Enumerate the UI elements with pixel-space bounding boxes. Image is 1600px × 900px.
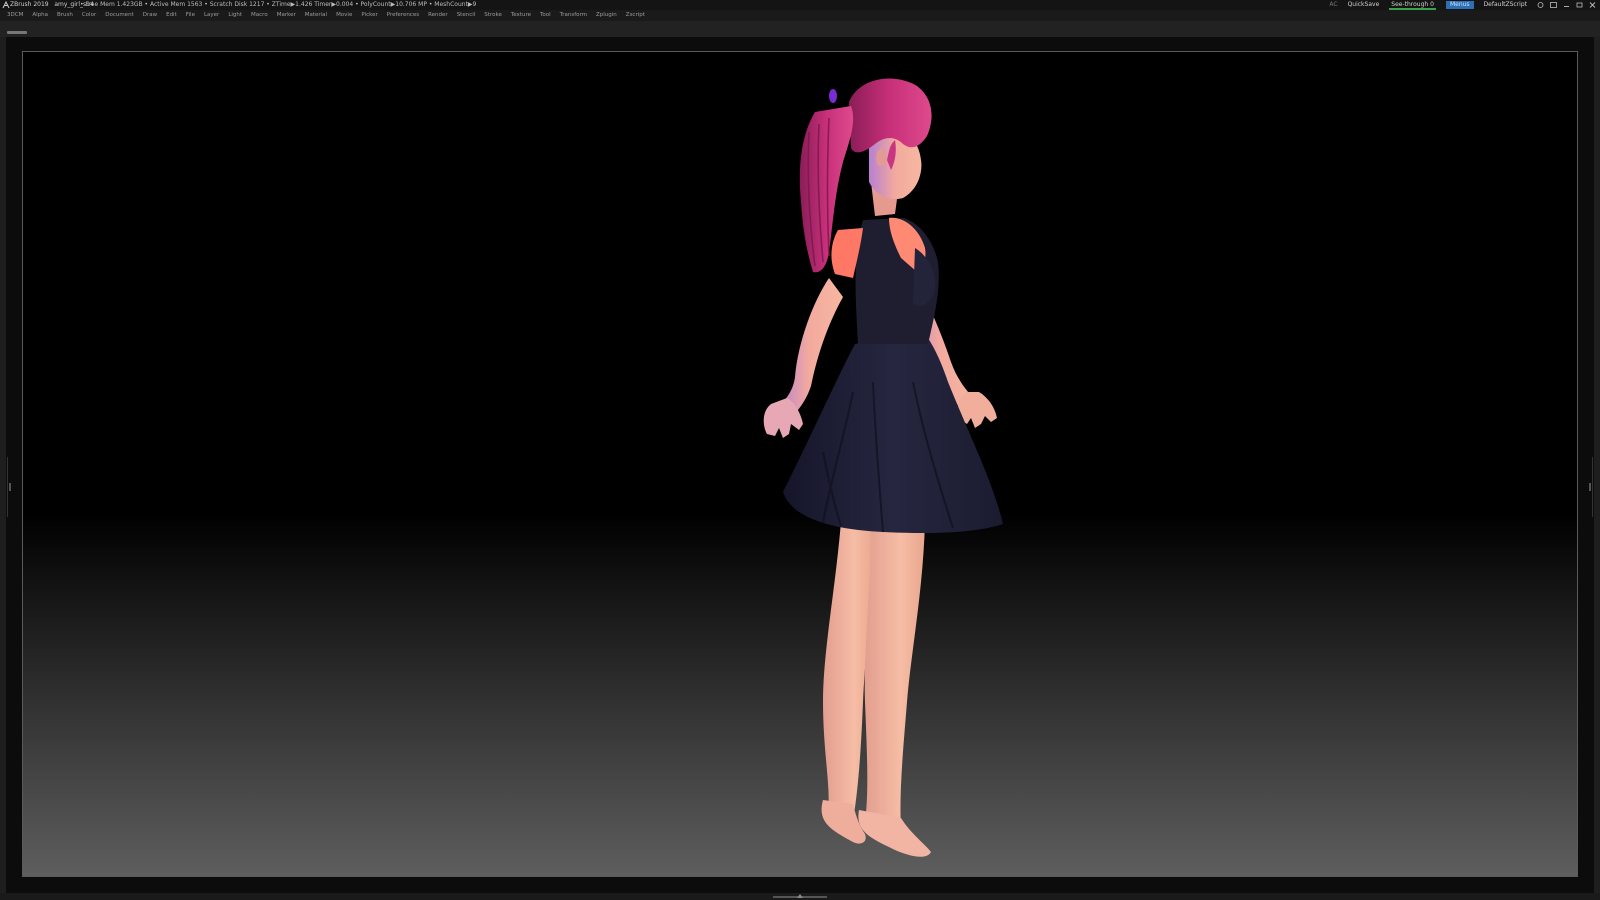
menu-item-texture[interactable]: Texture — [511, 10, 531, 21]
menu-item-edit[interactable]: Edit — [166, 10, 177, 21]
window-icons — [1537, 2, 1596, 8]
layout-icon[interactable] — [1550, 2, 1557, 8]
viewport-frame — [6, 37, 1594, 893]
menu-item-brush[interactable]: Brush — [57, 10, 73, 21]
top-shelf — [0, 21, 1600, 37]
menu-items: 3DCM Alpha Brush Color Document Draw Edit File L… — [7, 10, 645, 21]
menu-item-document[interactable]: Document — [105, 10, 134, 21]
menu-item-3dcm[interactable]: 3DCM — [7, 10, 23, 21]
menu-item-draw[interactable]: Draw — [143, 10, 157, 21]
quicksave-button[interactable]: QuickSave — [1348, 0, 1380, 10]
menu-item-material[interactable]: Material — [305, 10, 327, 21]
menu-item-marker[interactable]: Marker — [277, 10, 296, 21]
menu-item-color[interactable]: Color — [82, 10, 96, 21]
title-bar: ZBrush 2019 amy_girl_s14 • Free Mem 1.42… — [0, 0, 1600, 10]
hair-tie — [829, 89, 837, 103]
close-icon[interactable] — [1589, 2, 1596, 8]
menu-item-stencil[interactable]: Stencil — [457, 10, 476, 21]
menu-item-stroke[interactable]: Stroke — [484, 10, 502, 21]
menu-item-zplugin[interactable]: Zplugin — [596, 10, 617, 21]
menu-item-movie[interactable]: Movie — [336, 10, 352, 21]
help-icon[interactable] — [1537, 2, 1544, 8]
default-zscript-button[interactable]: DefaultZScript — [1484, 0, 1527, 10]
menu-item-layer[interactable]: Layer — [204, 10, 219, 21]
left-tray-handle-icon[interactable] — [7, 457, 12, 517]
zbrush-logo-icon[interactable] — [2, 1, 10, 9]
titlebar-controls: AC QuickSave See-through 0 Menus Default… — [1329, 0, 1596, 10]
seethrough-slider[interactable]: See-through 0 — [1389, 1, 1436, 10]
ac-button[interactable]: AC — [1329, 0, 1337, 10]
menu-item-transform[interactable]: Transform — [560, 10, 587, 21]
menu-item-picker[interactable]: Picker — [361, 10, 377, 21]
menu-item-light[interactable]: Light — [228, 10, 242, 21]
seethrough-value: 0 — [1430, 0, 1434, 8]
menu-item-alpha[interactable]: Alpha — [32, 10, 48, 21]
right-tray-handle-icon[interactable] — [1588, 457, 1593, 517]
character-model[interactable] — [23, 52, 1578, 877]
app-name: ZBrush 2019 — [10, 1, 49, 8]
menu-item-zscript[interactable]: Zscript — [626, 10, 645, 21]
document-canvas[interactable] — [22, 51, 1578, 877]
memory-stats: • Free Mem 1.423GB • Active Mem 1563 • S… — [80, 1, 477, 8]
bottom-tray — [0, 893, 1600, 900]
seethrough-label: See-through — [1391, 0, 1429, 8]
menus-toggle-button[interactable]: Menus — [1445, 1, 1474, 9]
menu-item-macro[interactable]: Macro — [251, 10, 268, 21]
menu-bar: 3DCM Alpha Brush Color Document Draw Edit File L… — [0, 10, 1600, 21]
minimize-icon[interactable] — [1563, 2, 1570, 8]
menu-item-preferences[interactable]: Preferences — [387, 10, 419, 21]
right-foot — [858, 810, 931, 857]
right-leg — [864, 522, 925, 832]
expand-arrow-icon[interactable] — [797, 894, 803, 898]
menu-item-render[interactable]: Render — [428, 10, 448, 21]
shelf-grip-handle[interactable] — [7, 31, 27, 34]
menu-item-tool[interactable]: Tool — [540, 10, 551, 21]
menu-item-file[interactable]: File — [186, 10, 195, 21]
restore-icon[interactable] — [1576, 2, 1583, 8]
